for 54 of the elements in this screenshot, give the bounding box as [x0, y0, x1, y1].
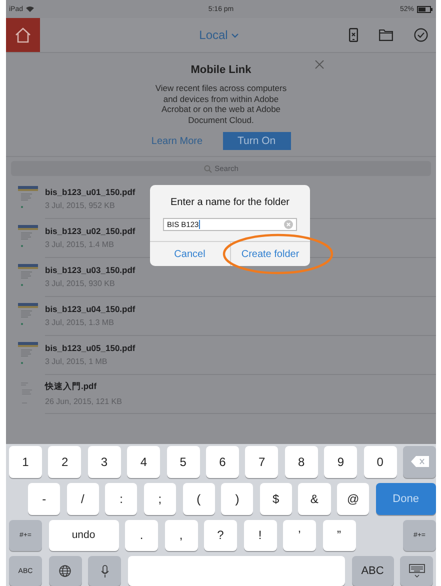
- home-icon: [14, 27, 32, 43]
- keyboard-key[interactable]: !: [244, 520, 276, 552]
- backspace-icon: [410, 456, 429, 468]
- search-icon: [204, 164, 212, 172]
- wifi-icon: [26, 6, 34, 12]
- phone-icon[interactable]: [349, 28, 358, 42]
- keyboard-key[interactable]: 0: [364, 446, 397, 478]
- microphone-key[interactable]: [88, 556, 121, 586]
- select-icon[interactable]: [414, 28, 428, 42]
- keyboard-key[interactable]: ): [221, 482, 254, 514]
- keyboard-key[interactable]: $: [260, 482, 292, 514]
- keyboard-key[interactable]: ;: [144, 482, 176, 514]
- keyboard-key[interactable]: 6: [206, 446, 239, 478]
- banner-text: View recent files across computers and devices from within Adobe Acrobat or on the web at Adobe Document Cloud.: [154, 83, 288, 125]
- file-name[interactable]: bis_b123_u05_150.pdf: [45, 342, 136, 352]
- battery-icon: [416, 6, 433, 12]
- keyboard-key[interactable]: ,: [164, 520, 198, 552]
- undo-key[interactable]: undo: [48, 520, 118, 552]
- file-name[interactable]: bis_b123_u02_150.pdf: [45, 226, 136, 236]
- keyboard-key[interactable]: ’: [283, 520, 316, 552]
- keyboard-key[interactable]: -: [28, 482, 60, 514]
- keyboard-key[interactable]: (: [182, 482, 215, 514]
- keyboard-key[interactable]: 2: [48, 446, 82, 478]
- folder-icon[interactable]: [379, 29, 393, 41]
- close-icon[interactable]: [315, 60, 324, 69]
- keyboard-key[interactable]: 3: [88, 446, 121, 478]
- globe-key[interactable]: [48, 556, 82, 586]
- keyboard-key[interactable]: 8: [284, 446, 318, 478]
- keyboard-key[interactable]: ”: [322, 520, 356, 552]
- file-name[interactable]: 快速入門.pdf: [45, 380, 97, 392]
- keyboard-key[interactable]: ABC: [352, 556, 394, 586]
- keyboard-key[interactable]: 7: [245, 446, 278, 478]
- keyboard-key[interactable]: ?: [204, 520, 237, 552]
- keyboard-key[interactable]: 9: [324, 446, 358, 478]
- keyboard-key[interactable]: :: [105, 482, 138, 514]
- file-name[interactable]: bis_b123_u03_150.pdf: [45, 264, 136, 274]
- keyboard-key[interactable]: @: [337, 482, 370, 514]
- keyboard-key[interactable]: &: [298, 482, 330, 514]
- dialog-title: Enter a name for the folder: [170, 197, 290, 208]
- keyboard-icon: [408, 564, 424, 578]
- keyboard-key[interactable]: 1: [9, 446, 42, 478]
- file-name[interactable]: bis_b123_u01_150.pdf: [45, 186, 136, 196]
- microphone-icon: [100, 564, 108, 578]
- file-name[interactable]: bis_b123_u04_150.pdf: [45, 304, 136, 314]
- keyboard-key[interactable]: 5: [166, 446, 200, 478]
- cancel-button[interactable]: Cancel: [150, 242, 230, 266]
- banner-title: Mobile Link: [190, 64, 252, 76]
- globe-icon: [59, 565, 71, 578]
- home-button[interactable]: [6, 18, 40, 52]
- keyboard-key[interactable]: /: [66, 482, 99, 514]
- keyboard-key[interactable]: .: [125, 520, 158, 552]
- chevron-down-icon: [230, 32, 239, 38]
- keyboard-key[interactable]: 4: [127, 446, 160, 478]
- hide-keyboard-key[interactable]: [400, 556, 433, 586]
